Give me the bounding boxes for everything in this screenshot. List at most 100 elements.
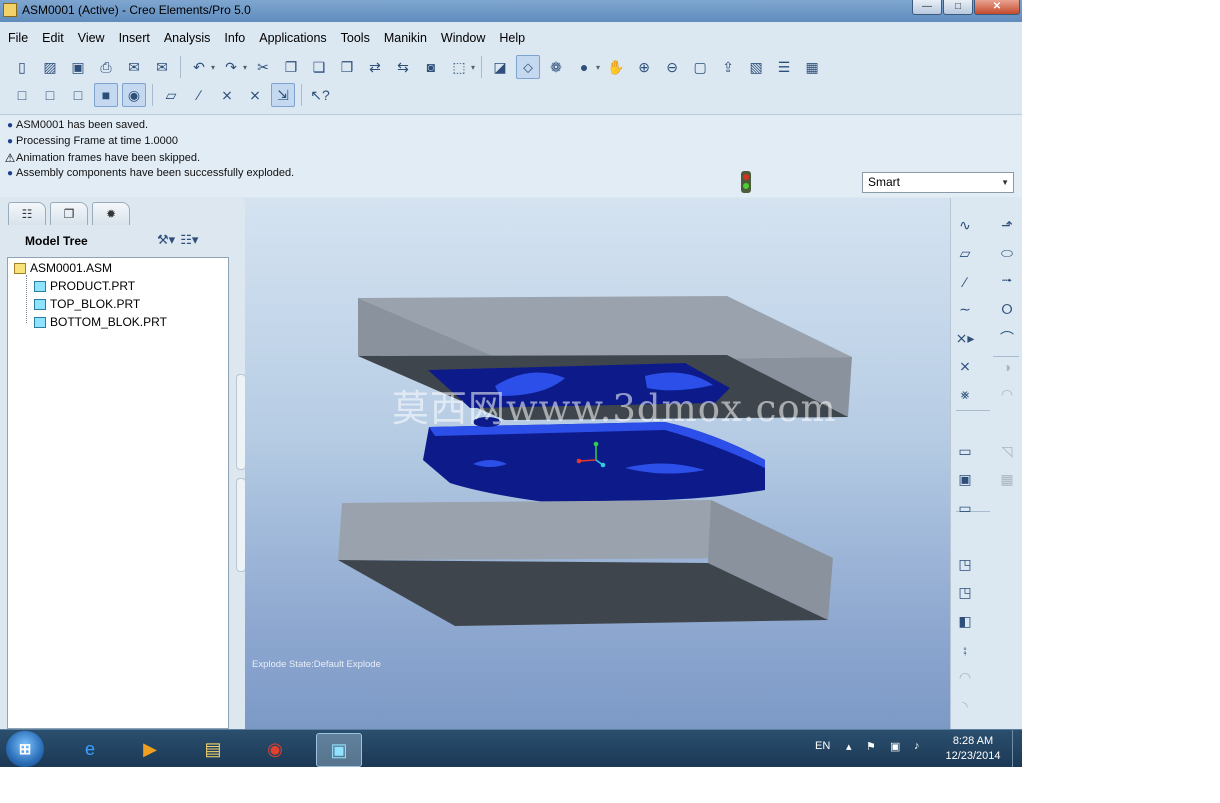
menu-insert[interactable]: Insert [112, 28, 157, 48]
menu-view[interactable]: View [71, 28, 112, 48]
tree-item-bottom-blok-prt[interactable]: BOTTOM_BLOK.PRT [34, 315, 167, 329]
move-component-icon[interactable]: ◳ [954, 582, 976, 604]
paste-special-icon[interactable]: ❒ [335, 55, 359, 79]
cut-icon[interactable]: ✂ [251, 55, 275, 79]
csys-display-icon[interactable]: ⨯ [243, 83, 267, 107]
pattern-icon[interactable]: ⭬ [996, 271, 1018, 293]
menu-analysis[interactable]: Analysis [157, 28, 218, 48]
regenerate-icon[interactable]: ⇄ [363, 55, 387, 79]
minimize-button[interactable]: — [912, 0, 942, 15]
network-icon[interactable]: ▣ [890, 740, 900, 753]
reorient-icon[interactable]: ⇪ [716, 55, 740, 79]
surface-icon[interactable]: ⭘ [996, 299, 1018, 321]
select-box-icon[interactable]: ⬚ [447, 55, 471, 79]
show-menu-icon[interactable]: ☷▾ [180, 232, 198, 248]
repaint-icon[interactable]: ◪ [488, 55, 512, 79]
selection-filter-select[interactable]: Smart ▼ [862, 172, 1014, 193]
model-tree[interactable]: ASM0001.ASM PRODUCT.PRT TOP_BLOK.PRT BOTTO… [7, 257, 229, 729]
send-mail-attach-icon[interactable]: ✉ [150, 55, 174, 79]
sweep-icon[interactable]: ◝ [954, 695, 976, 717]
media-player-icon[interactable]: ▶ [128, 733, 172, 765]
paste-icon[interactable]: ❑ [307, 55, 331, 79]
draft-icon[interactable]: ◹ [996, 440, 1018, 462]
title-bar[interactable]: ASM0001 (Active) - Creo Elements/Pro 5.0… [0, 0, 1022, 22]
menu-tools[interactable]: Tools [334, 28, 377, 48]
internet-explorer-icon[interactable]: e [68, 733, 112, 765]
undo-icon[interactable]: ↶ [187, 55, 211, 79]
regen-manager-icon[interactable]: ⇆ [391, 55, 415, 79]
wireframe-icon[interactable]: □ [10, 83, 34, 107]
menu-window[interactable]: Window [434, 28, 492, 48]
pattern-table-icon[interactable]: ▦ [996, 469, 1018, 491]
redo-icon[interactable]: ↷ [219, 55, 243, 79]
taskbar-clock[interactable]: 8:28 AM 12/23/2014 [940, 734, 1006, 764]
datum-point-display-icon[interactable]: ⨯ [215, 83, 239, 107]
open-icon[interactable]: ▨ [38, 55, 62, 79]
annotation-element-icon[interactable]: ▣ [954, 469, 976, 491]
send-mail-icon[interactable]: ✉ [122, 55, 146, 79]
start-button[interactable]: ⊞ [6, 731, 44, 767]
pan-hand-icon[interactable]: ✋ [604, 55, 628, 79]
volume-icon[interactable]: ♪ [914, 740, 920, 752]
mirror-icon[interactable]: ◑ [996, 356, 1018, 378]
layers-icon[interactable]: ☰ [772, 55, 796, 79]
copy-icon[interactable]: ❐ [279, 55, 303, 79]
saved-views-icon[interactable]: ▧ [744, 55, 768, 79]
show-hidden-icons[interactable]: ▴ [846, 740, 852, 753]
print-icon[interactable]: ⎙ [94, 55, 118, 79]
appearance-gallery-icon[interactable]: ● [572, 55, 596, 79]
show-desktop-button[interactable] [1012, 730, 1022, 767]
boundary-icon[interactable]: ⌒ [996, 327, 1018, 349]
context-help-icon[interactable]: ↖? [308, 83, 332, 107]
creo-taskbar-icon[interactable]: ▣ [316, 733, 362, 767]
datum-plane-display-icon[interactable]: ▱ [159, 83, 183, 107]
datum-plane-icon[interactable]: ▱ [954, 242, 976, 264]
chevron-down-icon[interactable]: ▾ [211, 63, 215, 72]
chrome-icon[interactable]: ◉ [253, 733, 297, 765]
hidden-line-icon[interactable]: □ [38, 83, 62, 107]
menu-applications[interactable]: Applications [252, 28, 333, 48]
new-icon[interactable]: ▯ [10, 55, 34, 79]
find-icon[interactable]: ◙ [419, 55, 443, 79]
maximize-button[interactable]: □ [943, 0, 973, 15]
tree-item-product-prt[interactable]: PRODUCT.PRT [34, 279, 135, 293]
sketch-tool-icon[interactable]: ∿ [954, 214, 976, 236]
graphics-window[interactable]: 莫西网www.3dmox.com Explode State:Default E… [245, 198, 950, 729]
regeneration-status-icon[interactable] [741, 171, 751, 193]
no-hidden-icon[interactable]: □ [66, 83, 90, 107]
menu-file[interactable]: File [0, 28, 35, 48]
datum-curve-icon[interactable]: ∼ [954, 299, 976, 321]
view-manager-icon[interactable]: ▦ [800, 55, 824, 79]
file-explorer-icon[interactable]: ▤ [191, 733, 235, 765]
annotation-element-2-icon[interactable]: ▭ [954, 497, 976, 519]
datum-csys-icon[interactable]: ⨯ [954, 356, 976, 378]
chevron-down-icon[interactable]: ▾ [243, 63, 247, 72]
save-icon[interactable]: ▣ [66, 55, 90, 79]
round-icon[interactable]: ◠ [996, 384, 1018, 406]
datum-analysis-icon[interactable]: ⨳ [954, 384, 976, 406]
close-button[interactable]: ✕ [974, 0, 1020, 15]
menu-info[interactable]: Info [217, 28, 252, 48]
round-2-icon[interactable]: ◠ [954, 667, 976, 689]
component-interface-icon[interactable]: ◧ [954, 610, 976, 632]
chevron-down-icon[interactable]: ▾ [471, 63, 475, 72]
datum-point-icon[interactable]: ⨯▸ [954, 327, 976, 349]
menu-help[interactable]: Help [492, 28, 532, 48]
datum-axis-icon[interactable]: ∕ [954, 271, 976, 293]
zoom-out-icon[interactable]: ⊖ [660, 55, 684, 79]
bottom-blok-part[interactable] [338, 500, 833, 626]
annotation-display-icon[interactable]: ⇲ [271, 83, 295, 107]
orient-mode-icon[interactable]: ❁ [544, 55, 568, 79]
assemble-icon[interactable]: ⬏ [996, 214, 1018, 236]
refit-icon[interactable]: ▢ [688, 55, 712, 79]
creo-app-icon[interactable] [3, 3, 17, 17]
create-component-icon[interactable]: ⬭ [996, 242, 1018, 264]
enhanced-realism-icon[interactable]: ◉ [122, 83, 146, 107]
tree-item-asm0001[interactable]: ASM0001.ASM [14, 261, 112, 275]
settings-menu-icon[interactable]: ⚒▾ [157, 232, 175, 248]
action-center-icon[interactable]: ⚑ [866, 740, 876, 753]
favorites-tab-icon[interactable]: ✹ [92, 202, 130, 225]
folder-browser-tab-icon[interactable]: ❐ [50, 202, 88, 225]
menu-edit[interactable]: Edit [35, 28, 71, 48]
zoom-in-icon[interactable]: ⊕ [632, 55, 656, 79]
